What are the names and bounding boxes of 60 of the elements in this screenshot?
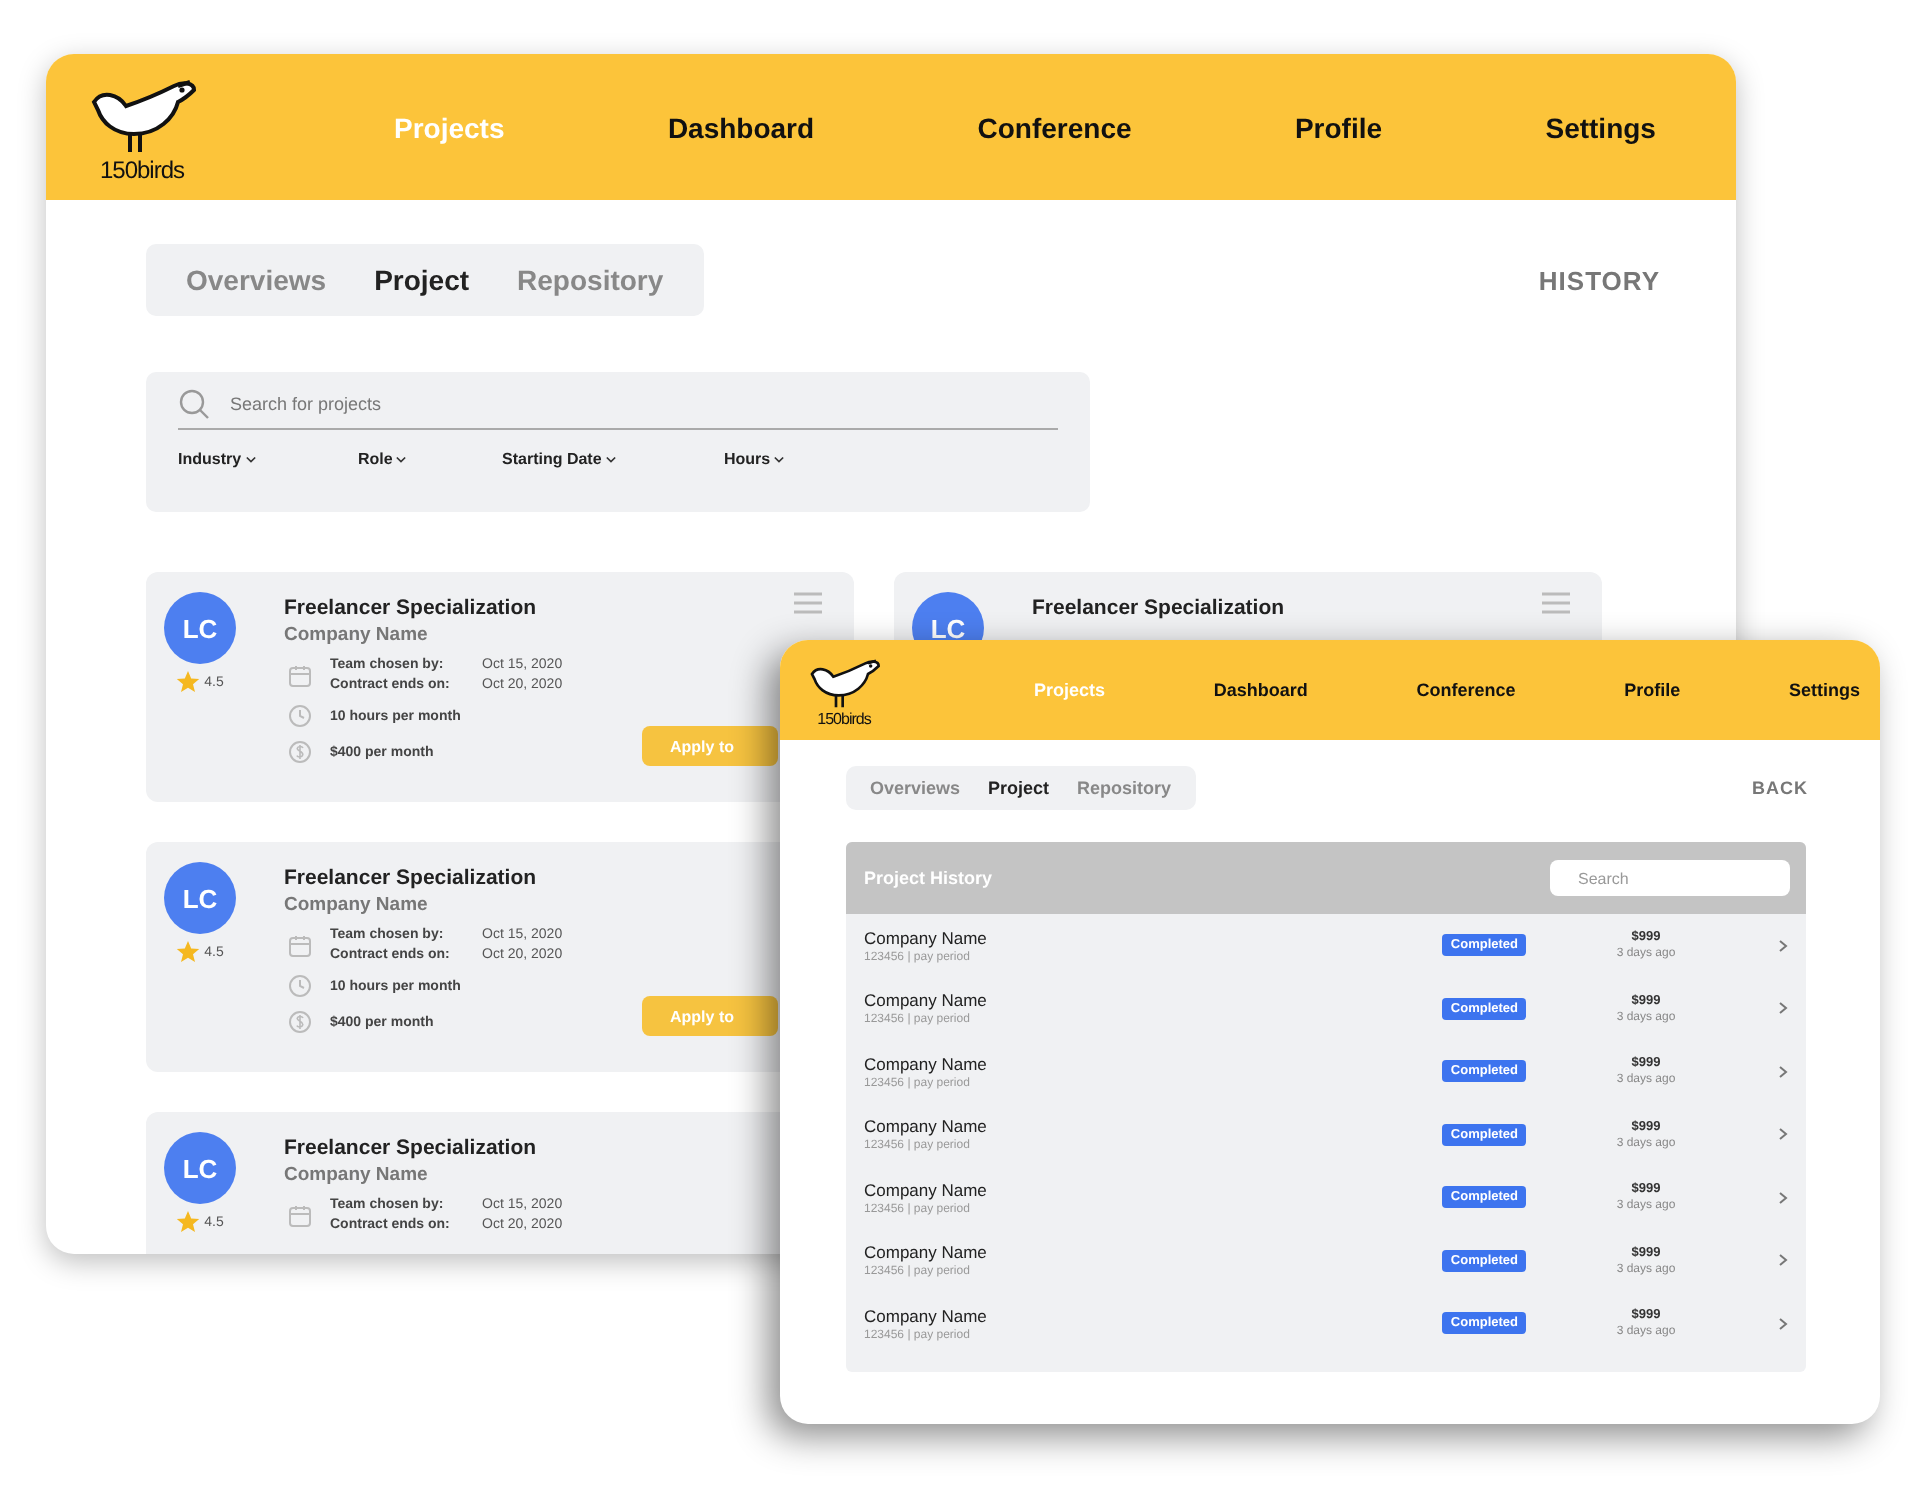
filter-dropdown[interactable]: Industry	[178, 450, 358, 468]
calendar-icon	[288, 933, 312, 957]
caret-icon	[774, 455, 785, 463]
card-title: Freelancer Specialization	[1032, 596, 1285, 620]
nav-link[interactable]: Settings	[1545, 111, 1656, 143]
chevron-icon[interactable]	[1778, 939, 1788, 952]
dollar-icon	[288, 740, 312, 764]
history-link[interactable]: HISTORY	[1538, 265, 1660, 295]
nav-link[interactable]: Profile	[1294, 111, 1383, 143]
avatar: LC	[164, 862, 236, 934]
company-name: Company Name	[284, 624, 430, 646]
calendar-icon	[288, 1203, 312, 1227]
star-icon	[176, 1210, 201, 1234]
clock-icon	[288, 704, 312, 728]
panel-title: Project History	[864, 868, 993, 888]
company-name: Company Name	[284, 894, 430, 916]
nav-link[interactable]: Dashboard	[667, 111, 815, 143]
chevron-icon[interactable]	[1778, 1317, 1788, 1330]
card-title: Freelancer Specialization	[284, 866, 539, 890]
chevron-icon[interactable]	[1778, 1002, 1788, 1015]
tab[interactable]: Project	[988, 778, 1050, 798]
star-icon	[176, 940, 201, 964]
search-field[interactable]: Search for projects	[226, 390, 1058, 418]
tab[interactable]: Project	[374, 264, 470, 296]
dollar-icon	[288, 1010, 312, 1034]
star-icon	[176, 670, 201, 694]
company-name: Company Name	[864, 1305, 989, 1326]
back-link[interactable]: BACK	[1752, 778, 1808, 798]
company-name: Company Name	[864, 927, 989, 948]
filter-dropdown[interactable]: Hours	[724, 450, 785, 468]
chevron-icon[interactable]	[1778, 1254, 1788, 1267]
company-name: Company Name	[864, 1242, 989, 1263]
logo-text: 150birds	[817, 709, 871, 727]
company-name: Company Name	[864, 1053, 989, 1074]
caret-icon	[605, 455, 616, 463]
calendar-icon	[288, 663, 312, 687]
nav-link[interactable]: Profile	[1624, 680, 1681, 700]
chevron-icon[interactable]	[1778, 1065, 1788, 1078]
clock-icon	[288, 974, 312, 998]
nav-link[interactable]: Dashboard	[1213, 680, 1308, 700]
company-name: Company Name	[864, 990, 989, 1011]
logo-text: 150birds	[99, 155, 185, 183]
company-name: Company Name	[284, 1164, 430, 1186]
caret-icon	[245, 455, 256, 463]
card-title: Freelancer Specialization	[284, 1136, 539, 1160]
avatar: LC	[164, 592, 236, 664]
card-title: Freelancer Specialization	[284, 596, 539, 620]
company-name: Company Name	[864, 1179, 989, 1200]
search-field[interactable]: Search	[1550, 860, 1790, 896]
chevron-icon[interactable]	[1778, 1128, 1788, 1141]
caret-icon	[396, 455, 407, 463]
nav-link[interactable]: Conference	[1416, 680, 1516, 700]
nav-link[interactable]: Conference	[977, 111, 1132, 143]
chevron-icon[interactable]	[1778, 1191, 1788, 1204]
nav-link[interactable]: Settings	[1788, 680, 1860, 700]
avatar: LC	[164, 1132, 236, 1204]
company-name: Company Name	[864, 1116, 989, 1137]
filter-dropdown[interactable]: Starting Date	[502, 450, 724, 468]
search-icon	[178, 388, 210, 420]
filter-dropdown[interactable]: Role	[358, 450, 502, 468]
